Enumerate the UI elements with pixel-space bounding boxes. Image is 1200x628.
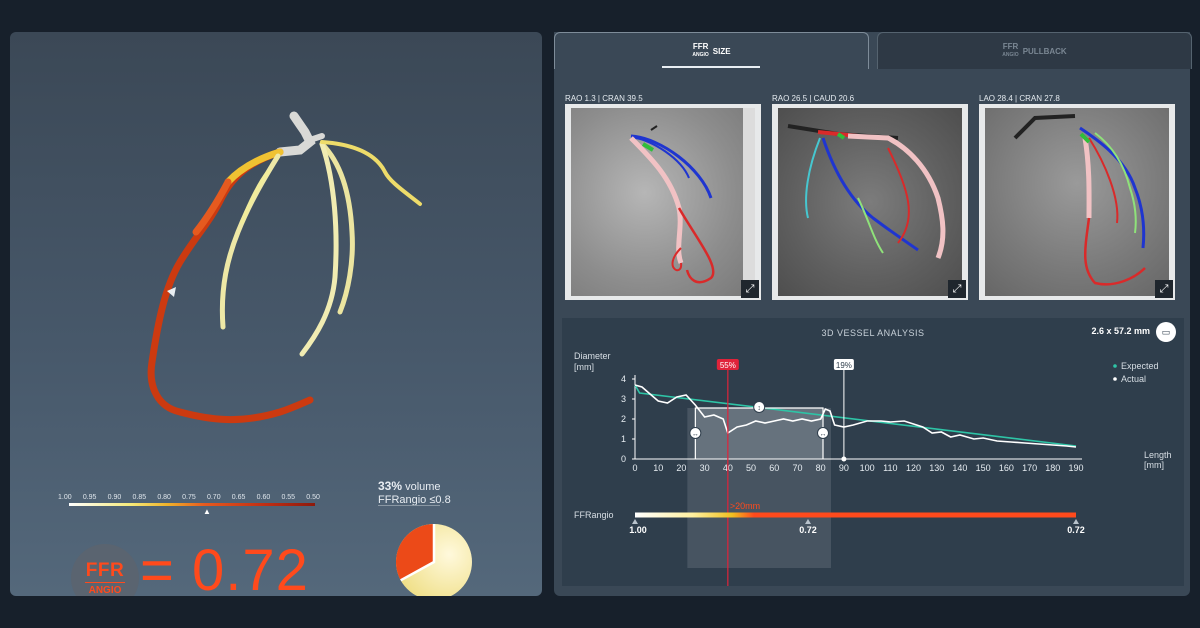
marker-white-dot <box>841 456 847 462</box>
ffr-tick-label: 0.72 <box>1067 525 1085 535</box>
view-label-2: RAO 26.5 | CAUD 20.6 <box>772 94 855 103</box>
x-tick-label: 140 <box>952 463 967 473</box>
y-tick-label: 1 <box>621 434 626 444</box>
active-tab-indicator <box>662 66 760 68</box>
scale-label: 0.55 <box>281 494 296 501</box>
x-tick-label: 180 <box>1045 463 1060 473</box>
x-tick-label: 10 <box>653 463 663 473</box>
tab-brand-top: FFR <box>1002 42 1019 51</box>
scale-label: 0.90 <box>107 494 122 501</box>
ffr-result-value: = 0.72 <box>140 538 309 596</box>
y-axis-unit: [mm] <box>574 362 594 372</box>
x-tick-label: 170 <box>1022 463 1037 473</box>
ffr-bar-label: FFRangio <box>574 510 614 520</box>
y-tick-label: 2 <box>621 414 626 424</box>
volume-suffix: volume <box>402 481 441 493</box>
x-axis-unit: [mm] <box>1144 460 1164 470</box>
ffr-color-scale <box>69 503 315 506</box>
view-label-3: LAO 28.4 | CRAN 27.8 <box>979 94 1060 103</box>
x-tick-label: 130 <box>929 463 944 473</box>
tab-ffr-brand: FFR ANGIO <box>1002 42 1018 60</box>
logo-ffr-text: FFR <box>85 559 125 581</box>
expand-icon[interactable]: ⤢ <box>1155 280 1173 298</box>
handle-arrow-icon: ↕ <box>757 405 761 412</box>
scale-label: 0.85 <box>132 494 147 501</box>
tab-ffr-brand: FFR ANGIO <box>692 42 708 60</box>
vessel-tree-3d[interactable] <box>10 32 542 596</box>
x-tick-label: 100 <box>860 463 875 473</box>
vessel-3d-panel[interactable]: 1.00 0.95 0.90 0.85 0.80 0.75 0.70 0.65 … <box>10 32 542 596</box>
scale-pointer-icon: ▲ <box>203 507 211 516</box>
scale-label: 0.80 <box>157 494 171 501</box>
scale-label: 0.70 <box>206 494 221 501</box>
scale-label: 0.50 <box>306 494 320 501</box>
logo-angio-text: ANGIO <box>88 584 122 596</box>
y-tick-label: 4 <box>621 374 626 384</box>
marker-white-label: 19% <box>836 361 852 370</box>
volume-divider <box>378 505 440 506</box>
y-tick-label: 0 <box>621 454 626 464</box>
ffr-tick-icon <box>632 519 638 524</box>
x-tick-label: 0 <box>632 463 637 473</box>
ffr-tick-label: 1.00 <box>629 525 647 535</box>
tab-brand-bottom: ANGIO <box>692 52 709 58</box>
x-tick-label: 160 <box>999 463 1014 473</box>
legend-actual-dot <box>1113 377 1117 381</box>
tab-brand-top: FFR <box>692 42 709 51</box>
x-tick-label: 30 <box>700 463 710 473</box>
ffr-gradient-bar <box>635 512 1076 518</box>
tab-brand-bottom: ANGIO <box>1002 52 1019 58</box>
x-tick-label: 90 <box>839 463 849 473</box>
ffr-tick-label: 0.72 <box>799 525 817 535</box>
x-tick-label: 20 <box>676 463 686 473</box>
x-tick-label: 50 <box>746 463 756 473</box>
x-axis-label: Length <box>1144 450 1172 460</box>
x-tick-label: 70 <box>792 463 802 473</box>
x-tick-label: 190 <box>1068 463 1083 473</box>
x-tick-label: 120 <box>906 463 921 473</box>
tab-size-label: SIZE <box>712 46 731 56</box>
legend-expected: Expected <box>1121 361 1159 371</box>
x-tick-label: 150 <box>976 463 991 473</box>
ffr-scale-labels: 1.00 0.95 0.90 0.85 0.80 0.75 0.70 0.65 … <box>58 494 320 501</box>
y-axis-label: Diameter <box>574 351 611 361</box>
tab-pullback-label: PULLBACK <box>1022 46 1067 56</box>
vessel-analysis-chart: 3D VESSEL ANALYSIS 2.6 x 57.2 mm ▭ 01234… <box>562 318 1184 586</box>
volume-summary: 33% volume FFRangio ≤0.8 <box>378 480 451 507</box>
legend-actual: Actual <box>1121 374 1146 384</box>
handle-arrow-icon: ↔ <box>692 431 699 438</box>
tab-pullback[interactable]: FFR ANGIO PULLBACK <box>877 32 1192 69</box>
tab-size[interactable]: FFR ANGIO SIZE <box>554 32 869 69</box>
scale-label: 0.65 <box>231 494 246 501</box>
view-label-1: RAO 1.3 | CRAN 39.5 <box>565 94 643 103</box>
x-tick-label: 110 <box>883 463 897 473</box>
angio-view-3[interactable]: ⤢ <box>979 104 1175 300</box>
scale-label: 0.95 <box>82 494 97 501</box>
y-tick-label: 3 <box>621 394 626 404</box>
diameter-chart[interactable]: 012340 10 20 30 40 50 60 70 80 90 100 110 120 130 140 1… <box>562 318 1184 586</box>
volume-percent: 33% <box>378 479 403 493</box>
expand-icon[interactable]: ⤢ <box>741 280 759 298</box>
legend-expected-dot <box>1113 364 1117 368</box>
scale-label: 1.00 <box>58 494 72 501</box>
marker-red-label: 55% <box>720 361 736 370</box>
ffr-tick-icon <box>1073 519 1079 524</box>
expand-icon[interactable]: ⤢ <box>948 280 966 298</box>
x-tick-label: 80 <box>816 463 826 473</box>
scale-label: 0.60 <box>256 494 271 501</box>
handle-arrow-icon: ↔ <box>820 431 827 438</box>
scale-label: 0.75 <box>182 494 196 501</box>
logo-divider <box>85 581 125 583</box>
angio-view-2[interactable]: ⤢ <box>772 104 968 300</box>
x-tick-label: 60 <box>769 463 779 473</box>
angio-view-1[interactable]: ⤢ <box>565 104 761 300</box>
segment-length-label: >20mm <box>730 501 760 511</box>
